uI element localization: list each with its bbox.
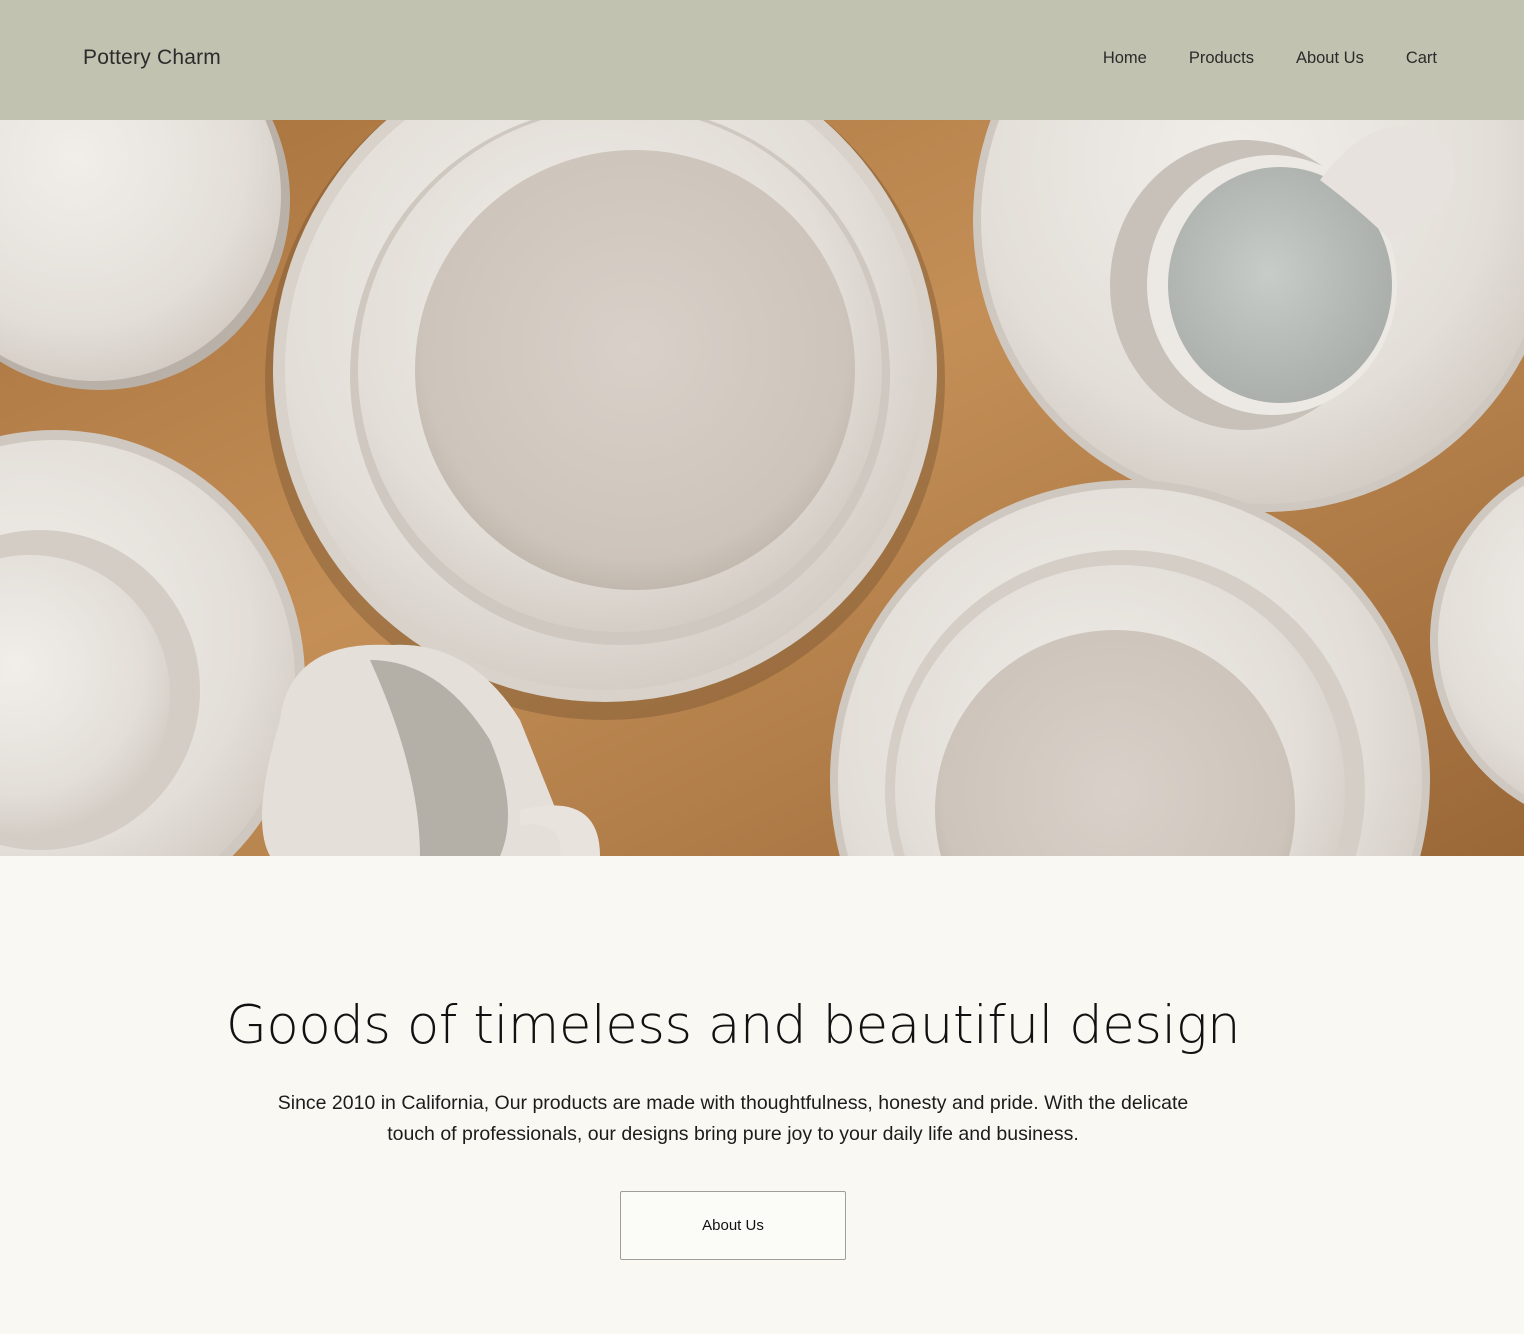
intro-section: Goods of timeless and beautiful design S…: [0, 856, 1524, 1334]
brand-logo[interactable]: Pottery Charm: [83, 46, 221, 70]
intro-body: Since 2010 in California, Our products a…: [277, 1092, 1189, 1145]
main-nav: Home Products About Us Cart: [1103, 49, 1437, 68]
nav-home[interactable]: Home: [1103, 49, 1147, 68]
nav-products[interactable]: Products: [1189, 49, 1254, 68]
nav-about-us[interactable]: About Us: [1296, 49, 1364, 68]
ceramics-illustration: [0, 120, 1524, 856]
plate-center-small: [415, 150, 855, 590]
about-us-button[interactable]: About Us: [620, 1191, 846, 1260]
site-header: Pottery Charm Home Products About Us Car…: [0, 0, 1524, 120]
hero-image: [0, 120, 1524, 856]
intro-headline: Goods of timeless and beautiful design: [225, 995, 1241, 1056]
nav-cart[interactable]: Cart: [1406, 49, 1437, 68]
